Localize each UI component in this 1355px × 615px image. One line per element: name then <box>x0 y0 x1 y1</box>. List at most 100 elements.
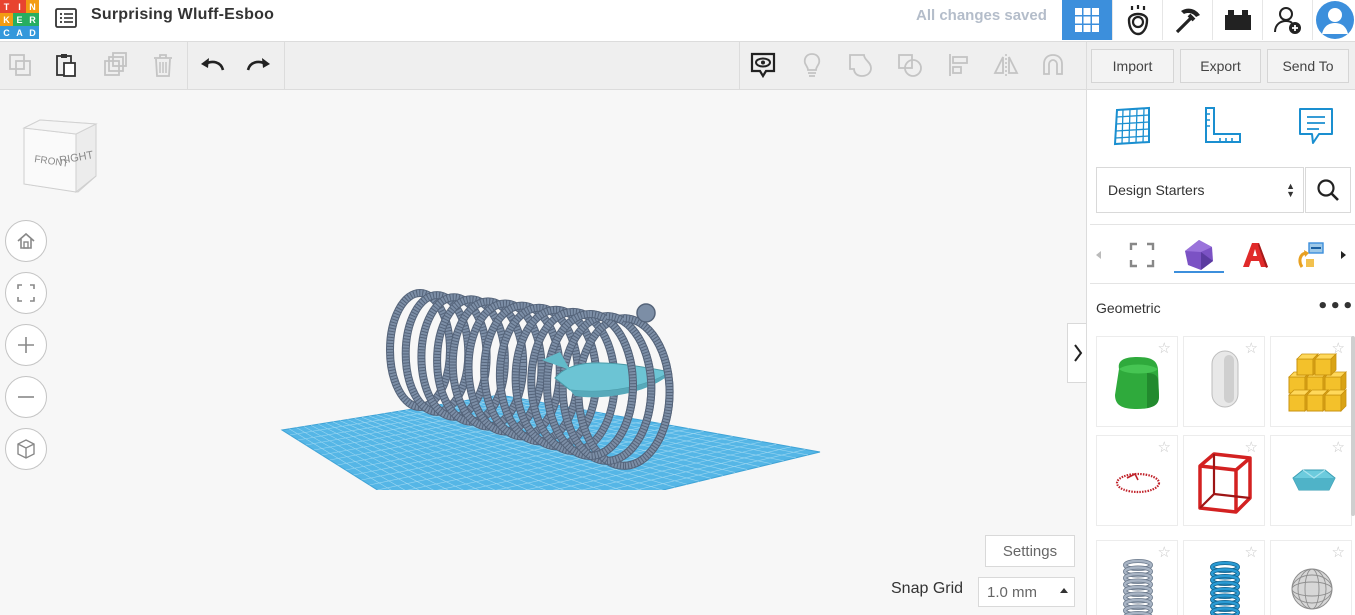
tinkercad-editor: TINKERCAD Surprising Wluff-Esboo All cha… <box>0 0 1355 615</box>
workplane-icon <box>1113 106 1150 146</box>
favorite-star-icon[interactable]: ☆ <box>1158 545 1171 560</box>
chevron-right-icon <box>1073 344 1082 362</box>
shape-tile-spring-gray[interactable]: ☆ <box>1096 540 1178 615</box>
3d-scene[interactable] <box>270 200 870 490</box>
import-button[interactable]: Import <box>1091 49 1174 83</box>
ruler-icon <box>1205 107 1241 143</box>
favorite-star-icon[interactable]: ☆ <box>1245 545 1258 560</box>
shape-tile-circle-outline[interactable]: ☆ <box>1096 435 1178 526</box>
category-connectors[interactable] <box>1292 237 1328 273</box>
design-menu-button[interactable] <box>54 6 78 30</box>
3d-design-icon <box>1075 8 1099 32</box>
search-icon <box>1317 179 1339 201</box>
fit-icon <box>17 284 35 302</box>
redo-button[interactable] <box>244 50 274 80</box>
shape-library-select[interactable]: Design Starters ▲ ▼ <box>1096 167 1304 213</box>
minus-icon <box>18 396 34 398</box>
shape-tile-rounded-box[interactable]: ☆ <box>1096 336 1178 427</box>
caret-up-icon <box>1060 588 1068 593</box>
shape-tile-cube-grid[interactable]: ☆ <box>1270 336 1352 427</box>
edit-toolbar: Import Export Send To <box>0 42 1355 90</box>
snap-grid-label: Snap Grid <box>891 580 964 597</box>
workplane-tool-button[interactable] <box>1109 102 1157 150</box>
view-cube[interactable]: FRONT RIGHT <box>18 118 102 204</box>
top-header: TINKERCAD Surprising Wluff-Esboo All cha… <box>0 0 1355 42</box>
settings-button[interactable]: Settings <box>985 535 1075 567</box>
logo-letter: A <box>13 26 26 39</box>
caret-right-icon <box>1341 251 1346 259</box>
connector-icon <box>1298 242 1324 268</box>
plus-icon <box>18 337 34 353</box>
lego-bricks-button[interactable] <box>1212 0 1262 40</box>
ungroup-icon <box>898 54 922 77</box>
duplicate-icon <box>104 52 127 76</box>
zoom-in-button[interactable] <box>5 324 47 366</box>
snap-grid-value: 1.0 mm <box>987 583 1038 601</box>
panel-collapse-button[interactable] <box>1067 323 1087 383</box>
category-scroll-left[interactable] <box>1092 237 1106 273</box>
align-button[interactable] <box>944 50 974 80</box>
cruise-button[interactable] <box>1038 50 1068 80</box>
logo-letter: T <box>0 0 13 13</box>
shape-library-value: Design Starters <box>1108 182 1205 198</box>
snap-grid-select[interactable]: 1.0 mm <box>978 577 1075 607</box>
favorite-star-icon[interactable]: ☆ <box>1332 440 1345 455</box>
group-button[interactable] <box>846 50 876 80</box>
category-text[interactable] <box>1237 237 1273 273</box>
shape-tile-capsule[interactable]: ☆ <box>1183 336 1265 427</box>
ungroup-button[interactable] <box>895 50 925 80</box>
show-all-button[interactable] <box>797 50 827 80</box>
codeblocks-button[interactable] <box>1162 0 1212 40</box>
paste-button[interactable] <box>51 50 81 80</box>
panel-scrollbar[interactable] <box>1351 336 1355 516</box>
duplicate-button[interactable] <box>100 50 130 80</box>
shape-search-button[interactable] <box>1305 167 1351 213</box>
send-to-button[interactable]: Send To <box>1267 49 1349 83</box>
shape-tile-gem[interactable]: ☆ <box>1270 435 1352 526</box>
user-avatar-button[interactable] <box>1312 0 1355 40</box>
delete-button[interactable] <box>148 50 178 80</box>
category-basic[interactable] <box>1124 237 1160 273</box>
copy-button[interactable] <box>5 50 35 80</box>
ruler-tool-button[interactable] <box>1198 102 1246 150</box>
codeblocks-icon <box>1175 8 1200 34</box>
export-button[interactable]: Export <box>1180 49 1261 83</box>
more-options-icon[interactable]: ••• <box>1317 296 1355 317</box>
notes-tool-button[interactable] <box>1292 102 1340 150</box>
home-view-button[interactable] <box>5 220 47 262</box>
group-icon <box>849 54 872 77</box>
favorite-star-icon[interactable]: ☆ <box>1332 341 1345 356</box>
favorite-star-icon[interactable]: ☆ <box>1245 440 1258 455</box>
favorite-star-icon[interactable]: ☆ <box>1245 341 1258 356</box>
category-geometric[interactable] <box>1181 237 1217 273</box>
favorite-star-icon[interactable]: ☆ <box>1332 545 1345 560</box>
invite-user-button[interactable] <box>1262 0 1312 40</box>
perspective-button[interactable] <box>5 428 47 470</box>
lego-bricks-icon <box>1224 10 1251 30</box>
mirror-button[interactable] <box>991 50 1021 80</box>
undo-button[interactable] <box>197 50 227 80</box>
eye-comment-icon <box>750 52 776 79</box>
tinkercad-logo[interactable]: TINKERCAD <box>0 0 40 40</box>
shape-tile-wire-cube[interactable]: ☆ <box>1183 435 1265 526</box>
zoom-out-button[interactable] <box>5 376 47 418</box>
save-status: All changes saved <box>916 7 1047 24</box>
polyhedron-icon <box>1185 240 1213 270</box>
3d-design-button[interactable] <box>1062 0 1112 40</box>
workplane-viewport[interactable]: FRONT RIGHT Settings Snap Grid 1.0 mm <box>0 90 1087 615</box>
favorite-star-icon[interactable]: ☆ <box>1158 440 1171 455</box>
align-icon <box>949 54 968 76</box>
favorite-star-icon[interactable]: ☆ <box>1158 341 1171 356</box>
logo-letter: R <box>26 13 39 26</box>
circuits-button[interactable] <box>1112 0 1162 40</box>
logo-letter: E <box>13 13 26 26</box>
lightbulb-icon <box>803 53 821 77</box>
design-title[interactable]: Surprising Wluff-Esboo <box>91 6 274 24</box>
category-scroll-right[interactable] <box>1336 237 1350 273</box>
text-letter-icon <box>1243 243 1268 268</box>
trash-icon <box>154 54 172 77</box>
shape-tile-spring-blue[interactable]: ☆ <box>1183 540 1265 615</box>
fit-view-button[interactable] <box>5 272 47 314</box>
notes-button[interactable] <box>748 50 778 80</box>
shape-tile-wire-sphere[interactable]: ☆ <box>1270 540 1352 615</box>
